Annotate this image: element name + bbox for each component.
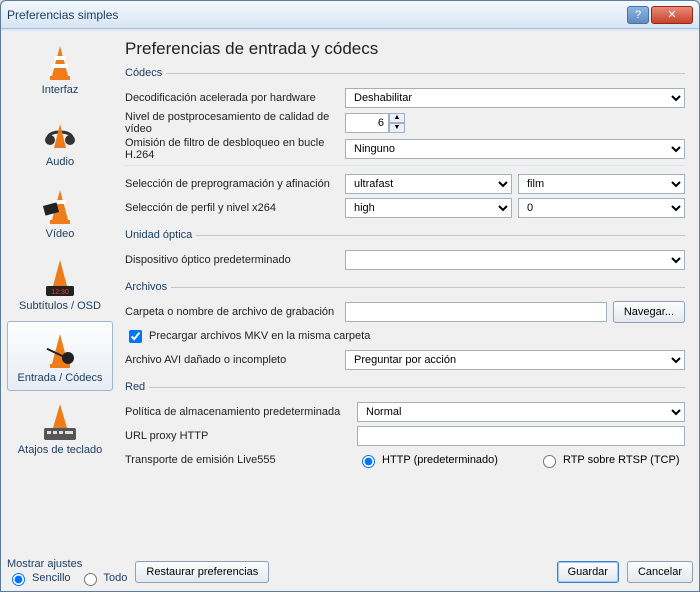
show-settings-group: Mostrar ajustes Sencillo Todo bbox=[7, 558, 127, 586]
preferences-window: Preferencias simples ? ✕ Interfaz Audio bbox=[0, 0, 700, 592]
sidebar-item-hotkeys[interactable]: Atajos de teclado bbox=[7, 393, 113, 463]
preset-select[interactable]: ultrafast bbox=[345, 174, 512, 194]
sidebar-item-label: Audio bbox=[10, 156, 110, 168]
avi-select[interactable]: Preguntar por acción bbox=[345, 350, 685, 370]
postproc-input[interactable] bbox=[345, 113, 389, 133]
save-button[interactable]: Guardar bbox=[557, 561, 619, 583]
preload-label: Precargar archivos MKV en la misma carpe… bbox=[149, 330, 370, 342]
h264loop-select[interactable]: Ninguno bbox=[345, 139, 685, 159]
spin-down-icon[interactable]: ▼ bbox=[389, 123, 405, 133]
sidebar-item-label: Interfaz bbox=[10, 84, 110, 96]
sidebar-item-interface[interactable]: Interfaz bbox=[7, 33, 113, 103]
postproc-label: Nivel de postprocesamiento de calidad de… bbox=[125, 111, 345, 135]
sidebar-item-label: Entrada / Códecs bbox=[10, 372, 110, 384]
browse-button[interactable]: Navegar... bbox=[613, 301, 685, 323]
cache-label: Política de almacenamiento predeterminad… bbox=[125, 406, 357, 418]
titlebar: Preferencias simples ? ✕ bbox=[1, 1, 699, 29]
network-group: Red Política de almacenamiento predeterm… bbox=[125, 381, 685, 475]
sidebar-item-label: Subtítulos / OSD bbox=[10, 300, 110, 312]
page-title: Preferencias de entrada y códecs bbox=[125, 39, 685, 59]
view-all-radio[interactable]: Todo bbox=[79, 570, 128, 586]
sidebar-item-label: Atajos de teclado bbox=[10, 444, 110, 456]
sidebar: Interfaz Audio Vídeo 12:30 Subtítulos / … bbox=[7, 33, 113, 559]
recfolder-input[interactable] bbox=[345, 302, 607, 322]
optical-legend: Unidad óptica bbox=[125, 229, 196, 241]
cache-select[interactable]: Normal bbox=[357, 402, 685, 422]
proxy-label: URL proxy HTTP bbox=[125, 430, 357, 442]
network-legend: Red bbox=[125, 381, 149, 393]
headphones-cone-icon bbox=[38, 110, 82, 154]
optical-device-label: Dispositivo óptico predeterminado bbox=[125, 254, 345, 266]
sidebar-item-subtitles[interactable]: 12:30 Subtítulos / OSD bbox=[7, 249, 113, 319]
svg-text:12:30: 12:30 bbox=[51, 289, 69, 296]
spin-up-icon[interactable]: ▲ bbox=[389, 113, 405, 123]
window-buttons: ? ✕ bbox=[627, 6, 693, 24]
optical-device-select[interactable] bbox=[345, 250, 685, 270]
live555-http-radio[interactable]: HTTP (predeterminado) bbox=[357, 452, 498, 468]
reset-button[interactable]: Restaurar preferencias bbox=[135, 561, 269, 583]
sidebar-item-video[interactable]: Vídeo bbox=[7, 177, 113, 247]
cone-icon bbox=[38, 38, 82, 82]
files-group: Archivos Carpeta o nombre de archivo de … bbox=[125, 281, 685, 375]
h264loop-label: Omisión de filtro de desbloqueo en bucle… bbox=[125, 137, 345, 161]
hwdecode-label: Decodificación acelerada por hardware bbox=[125, 92, 345, 104]
tune-select[interactable]: film bbox=[518, 174, 685, 194]
cancel-button[interactable]: Cancelar bbox=[627, 561, 693, 583]
show-settings-label: Mostrar ajustes bbox=[7, 558, 127, 570]
input-cone-icon bbox=[38, 326, 82, 370]
content-area: Interfaz Audio Vídeo 12:30 Subtítulos / … bbox=[1, 29, 699, 559]
osd-cone-icon: 12:30 bbox=[38, 254, 82, 298]
sidebar-item-audio[interactable]: Audio bbox=[7, 105, 113, 175]
footer: Mostrar ajustes Sencillo Todo Restaurar … bbox=[7, 559, 693, 585]
close-button[interactable]: ✕ bbox=[651, 6, 693, 24]
preload-checkbox[interactable] bbox=[129, 330, 142, 343]
help-button[interactable]: ? bbox=[627, 6, 649, 24]
recfolder-label: Carpeta o nombre de archivo de grabación bbox=[125, 306, 345, 318]
main-panel: Preferencias de entrada y códecs Códecs … bbox=[117, 33, 693, 559]
film-cone-icon bbox=[38, 182, 82, 226]
optical-group: Unidad óptica Dispositivo óptico predete… bbox=[125, 229, 685, 275]
live555-rtp-radio[interactable]: RTP sobre RTSP (TCP) bbox=[538, 452, 680, 468]
x264-profile-select[interactable]: high bbox=[345, 198, 512, 218]
sidebar-item-label: Vídeo bbox=[10, 228, 110, 240]
avi-label: Archivo AVI dañado o incompleto bbox=[125, 354, 345, 366]
x264-level-select[interactable]: 0 bbox=[518, 198, 685, 218]
sidebar-item-input-codecs[interactable]: Entrada / Códecs bbox=[7, 321, 113, 391]
hwdecode-select[interactable]: Deshabilitar bbox=[345, 88, 685, 108]
view-simple-radio[interactable]: Sencillo bbox=[7, 570, 71, 586]
postproc-spinner[interactable]: ▲ ▼ bbox=[345, 113, 407, 133]
live555-label: Transporte de emisión Live555 bbox=[125, 454, 357, 466]
window-title: Preferencias simples bbox=[7, 8, 627, 22]
preload-checkbox-row[interactable]: Precargar archivos MKV en la misma carpe… bbox=[125, 327, 370, 346]
preprog-label: Selección de preprogramación y afinación bbox=[125, 178, 345, 190]
x264-label: Selección de perfil y nivel x264 bbox=[125, 202, 345, 214]
files-legend: Archivos bbox=[125, 281, 171, 293]
keyboard-cone-icon bbox=[38, 398, 82, 442]
proxy-input[interactable] bbox=[357, 426, 685, 446]
codecs-legend: Códecs bbox=[125, 67, 166, 79]
codecs-group: Códecs Decodificación acelerada por hard… bbox=[125, 67, 685, 223]
